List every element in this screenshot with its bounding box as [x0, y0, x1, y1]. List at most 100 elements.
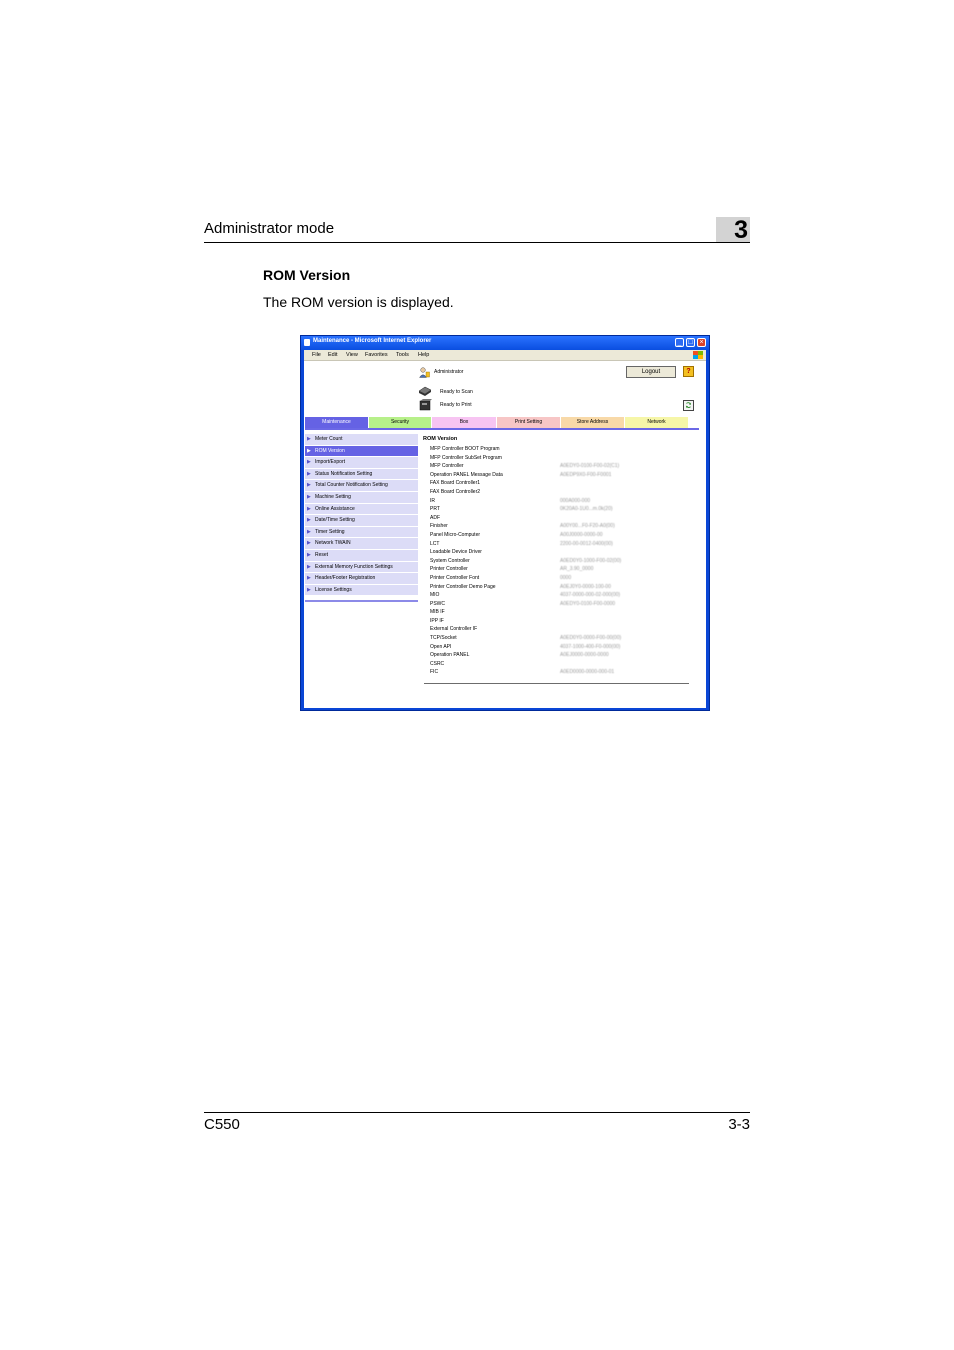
- sidebar-item-license-settings[interactable]: ▶ License Settings: [305, 584, 418, 596]
- rom-row: Operation PANEL Message Data A0EDP9X0-F00…: [430, 471, 692, 480]
- menu-file[interactable]: File: [312, 352, 321, 358]
- rom-row-label: FAX Board Controller1: [430, 480, 481, 487]
- rom-row-label: MFP Controller: [430, 463, 464, 470]
- rom-row-label: IR: [430, 497, 435, 504]
- category-tabs: Maintenance Security Box Print Setting S…: [305, 417, 699, 428]
- menu-edit[interactable]: Edit: [328, 352, 337, 358]
- sidebar-item-meter-count[interactable]: ▶ Meter Count: [305, 434, 418, 445]
- rom-row-value: 4037-0000-000-02-000(00): [560, 592, 621, 599]
- rom-row-value: AR_3.90_0000: [560, 566, 594, 573]
- menu-favorites[interactable]: Favorites: [365, 352, 388, 358]
- tab-box[interactable]: Box: [432, 417, 496, 428]
- page-header-title: Administrator mode: [204, 220, 335, 237]
- rom-row-label: Loadable Device Driver: [430, 549, 482, 556]
- chapter-badge: 3: [716, 216, 750, 244]
- sidebar-item-online-assistance[interactable]: ▶ Online Assistance: [305, 503, 418, 515]
- printer-icon: [419, 399, 432, 411]
- rom-row-label: MIB IF: [430, 609, 445, 616]
- rom-row-label: MFP Controller BOOT Program: [430, 446, 500, 452]
- rom-row: MFP Controller SubSet Program: [430, 454, 692, 463]
- maximize-icon[interactable]: □: [686, 338, 695, 347]
- ie-icon: [304, 339, 310, 346]
- sidebar-item-network-twain[interactable]: ▶ Network TWAIN: [305, 538, 418, 549]
- menu-help[interactable]: Help: [418, 352, 429, 358]
- rom-row-value: A0EJ0000-0000-0000: [560, 652, 609, 659]
- rom-row-value: 000A000-000: [560, 497, 591, 504]
- sidebar-divider: [305, 600, 418, 602]
- rom-row-label: System Controller: [430, 557, 470, 564]
- rom-row-value: A0ED0Y0-0000-F00-00(00): [560, 635, 622, 642]
- window-title: Maintenance - Microsoft Internet Explore…: [313, 338, 432, 344]
- rom-row-label: ADF: [430, 514, 440, 521]
- tab-network[interactable]: Network: [625, 417, 688, 428]
- tab-maintenance[interactable]: Maintenance: [305, 417, 368, 428]
- window-titlebar[interactable]: Maintenance - Microsoft Internet Explore…: [301, 336, 709, 350]
- rom-row-value: A0EDY0-0100-F00-02(C1): [560, 463, 620, 470]
- browser-client: File Edit View Favorites Tools Help Admi…: [304, 350, 706, 708]
- rom-row-label: MFP Controller SubSet Program: [430, 454, 502, 461]
- sidebar-item-header-footer[interactable]: ▶ Header/Footer Registration: [305, 573, 418, 584]
- rom-row: FAX Board Controller2: [430, 488, 692, 497]
- sidebar-item-date-time[interactable]: ▶ Date/Time Setting: [305, 515, 418, 526]
- rom-row: Loadable Device Driver: [430, 548, 692, 557]
- rom-row: ADF: [430, 514, 692, 523]
- menu-view[interactable]: View: [346, 352, 358, 358]
- sidebar-item-timer-setting[interactable]: ▶ Timer Setting: [305, 526, 418, 538]
- rom-row-value: A00J0000-0000-00: [560, 531, 603, 538]
- help-icon[interactable]: ?: [683, 366, 694, 377]
- sidebar-item-external-memory[interactable]: ▶ External Memory Function Settings: [305, 561, 418, 573]
- rom-row: Printer Controller Demo Page A0EJ0Y0-0000…: [430, 583, 692, 592]
- rom-row-value: 2200-00-0012-0400(00): [560, 540, 613, 547]
- rom-row: Finisher A00Y00...F0-F20-A0(00): [430, 522, 692, 531]
- minimize-icon[interactable]: _: [675, 338, 684, 347]
- rom-row: MIB IF: [430, 608, 692, 617]
- rom-row-label: FIC: [430, 669, 439, 676]
- sidebar-item-status-notification[interactable]: ▶ Status Notification Setting: [305, 468, 418, 480]
- rom-row-value: 0K20A0-1U0...m.0k(20): [560, 506, 613, 513]
- sidebar-item-rom-version[interactable]: ▶ ROM Version: [305, 445, 418, 457]
- sidebar-item-reset[interactable]: ▶ Reset: [305, 549, 418, 561]
- rom-row-value: A0EDY0-0100-F00-0000: [560, 600, 616, 607]
- rom-row-label: CSRC: [430, 660, 445, 667]
- rom-row-value: A0EJ0Y0-0000-100-00: [560, 583, 611, 590]
- rom-row-label: Printer Controller: [430, 566, 468, 573]
- section-body: The ROM version is displayed.: [263, 294, 454, 310]
- windows-logo-icon: [693, 351, 703, 359]
- logout-button[interactable]: Logout: [626, 366, 676, 378]
- menu-tools[interactable]: Tools: [396, 352, 409, 358]
- rom-row-label: Finisher: [430, 523, 448, 530]
- rom-row-value: A0ED0000-0000-000-01: [560, 669, 615, 676]
- rom-row: MFP Controller BOOT Program: [430, 445, 692, 454]
- sidebar-item-machine-setting[interactable]: ▶ Machine Setting: [305, 491, 418, 503]
- tab-store-address[interactable]: Store Address: [561, 417, 624, 428]
- rom-row: Operation PANEL A0EJ0000-0000-0000: [430, 651, 692, 660]
- rom-row-value: A0ED0Y0-1000-F00-02(00): [560, 557, 622, 564]
- section-title: ROM Version: [263, 267, 351, 283]
- rom-row-label: MIO: [430, 592, 440, 599]
- rom-row-value: A0EDP9X0-F00-F0001: [560, 471, 612, 478]
- sidebar-item-import-export[interactable]: ▶ Import/Export: [305, 457, 418, 468]
- rom-row: Printer Controller Font 0000: [430, 574, 692, 583]
- footer-page-number: 3-3: [728, 1116, 750, 1133]
- tab-print-setting[interactable]: Print Setting: [497, 417, 560, 428]
- rom-row: LCT 2200-00-0012-0400(00): [430, 540, 692, 549]
- rom-row: CSRC: [430, 660, 692, 669]
- rom-row-label: FAX Board Controller2: [430, 488, 481, 495]
- footer-model: C550: [204, 1116, 240, 1133]
- rom-row: PRT 0K20A0-1U0...m.0k(20): [430, 505, 692, 514]
- rom-version-title: ROM Version: [423, 436, 458, 442]
- close-icon[interactable]: ×: [697, 338, 706, 347]
- rom-row: TCP/Socket A0ED0Y0-0000-F00-00(00): [430, 634, 692, 643]
- sidebar-item-total-counter[interactable]: ▶ Total Counter Notification Setting: [305, 480, 418, 491]
- scan-status: Ready to Scan: [440, 389, 473, 395]
- tab-security[interactable]: Security: [369, 417, 431, 428]
- refresh-icon[interactable]: [683, 400, 694, 411]
- rom-row: FIC A0ED0000-0000-000-01: [430, 668, 692, 677]
- rom-row-label: Printer Controller Font: [430, 574, 480, 581]
- tab-underline: [305, 428, 699, 430]
- rom-row-label: IPP IF: [430, 617, 444, 624]
- scanner-icon: [418, 386, 432, 396]
- rom-row: MIO 4037-0000-000-02-000(00): [430, 591, 692, 600]
- rom-row: Printer Controller AR_3.90_0000: [430, 565, 692, 574]
- header-rule: [204, 242, 750, 243]
